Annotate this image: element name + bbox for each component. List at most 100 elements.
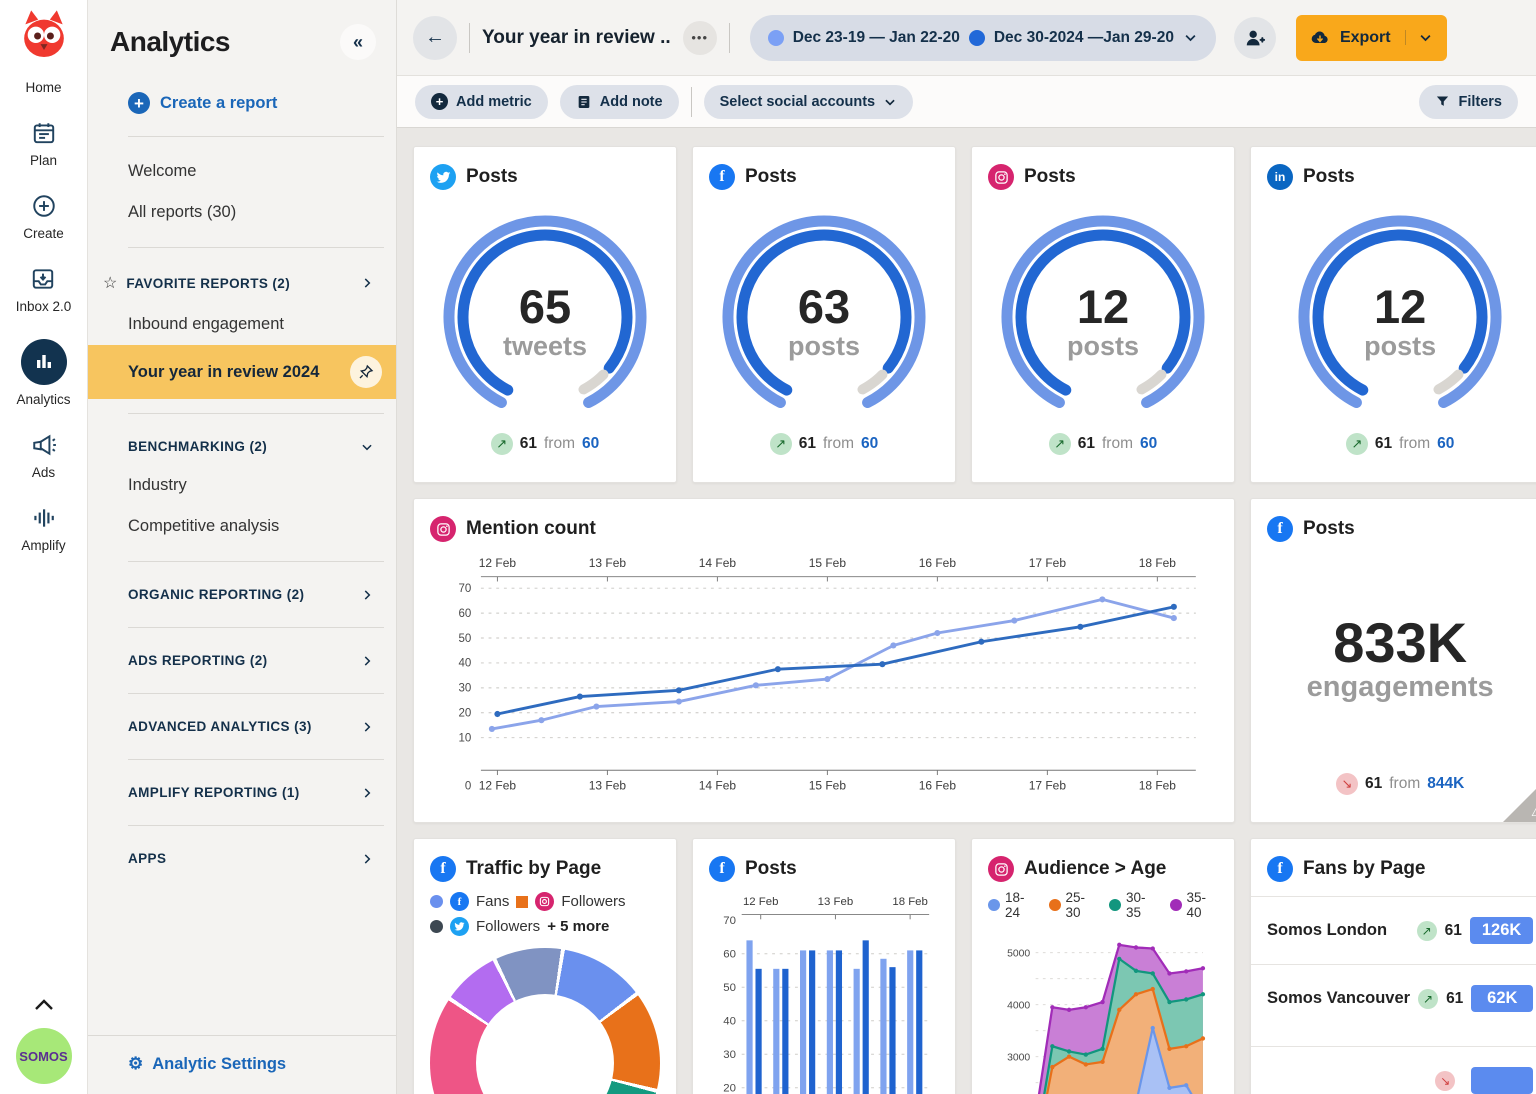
mention-count-card[interactable]: Mention count 01020304050607012 Feb12 Fe… <box>413 498 1235 823</box>
divider <box>469 23 470 53</box>
card-title: Posts <box>1024 166 1076 188</box>
date-range-2: Dec 30-2024 —Jan 29-20 <box>994 29 1174 47</box>
fans-row-somos-vancouver[interactable]: Somos Vancouver ↗ 61 62K <box>1251 964 1536 1032</box>
svg-text:3000: 3000 <box>1007 1052 1030 1063</box>
select-social-accounts-dropdown[interactable]: Select social accounts <box>704 85 914 119</box>
change-value: 61 <box>1375 435 1392 453</box>
divider <box>691 87 692 117</box>
fans-row-cropped[interactable]: ↘ <box>1251 1046 1536 1094</box>
app-window: Home Plan Create Inbox 2.0 <box>0 0 1536 1094</box>
svg-text:14 Feb: 14 Feb <box>699 778 737 792</box>
divider <box>128 413 384 414</box>
metric-card-twitter-posts[interactable]: Posts 65 tweets ↗ 61 from 60 <box>413 146 677 483</box>
rail-item-home[interactable]: Home <box>25 80 61 95</box>
megaphone-icon <box>31 432 57 458</box>
rail-plan-label: Plan <box>30 153 57 168</box>
svg-text:70: 70 <box>459 583 472 595</box>
inbox-icon <box>30 266 56 292</box>
amplify-reporting-header: AMPLIFY REPORTING (1) <box>128 785 300 800</box>
card-title: Fans by Page <box>1303 858 1426 880</box>
favorite-reports-section[interactable]: ☆ FAVORITE REPORTS (2) <box>88 262 396 304</box>
svg-text:13 Feb: 13 Feb <box>818 896 854 908</box>
trend-down-icon: ↘ <box>1336 773 1358 795</box>
rail-item-analytics[interactable]: Analytics <box>16 339 70 407</box>
advanced-analytics-section[interactable]: ADVANCED ANALYTICS (3) <box>88 708 396 745</box>
analytics-icon <box>21 339 67 385</box>
share-add-person-button[interactable] <box>1234 17 1276 59</box>
previous-value: 60 <box>1437 435 1454 453</box>
hootsuite-logo[interactable] <box>15 8 73 64</box>
facebook-engagements-card[interactable]: f Posts 833K engagements ↘ 61 from 844K … <box>1250 498 1536 823</box>
create-report-label: Create a report <box>160 94 277 113</box>
svg-text:40: 40 <box>723 1016 736 1028</box>
rail-item-amplify[interactable]: Amplify <box>21 505 65 553</box>
chevron-down-icon <box>883 95 897 109</box>
apps-section[interactable]: APPS <box>88 840 396 877</box>
collapse-up-icon[interactable] <box>33 998 55 1012</box>
add-note-button[interactable]: Add note <box>560 85 679 119</box>
facebook-posts-bar-card[interactable]: f Posts 20304050607012 Feb13 Feb18 Feb <box>692 838 956 1094</box>
metric-card-facebook-posts[interactable]: f Posts 63 posts ↗ 61 from 60 <box>692 146 956 483</box>
create-report-button[interactable]: + Create a report <box>88 84 396 122</box>
svg-text:18 Feb: 18 Feb <box>1139 556 1177 570</box>
svg-text:70: 70 <box>723 915 736 927</box>
card-title: Mention count <box>466 518 596 540</box>
legend-dot-18-24 <box>988 899 1000 911</box>
more-options-button[interactable]: ••• <box>683 21 717 55</box>
add-metric-button[interactable]: + Add metric <box>415 85 548 119</box>
report-title: Your year in review .. <box>482 27 671 49</box>
mention-count-line-chart: 01020304050607012 Feb12 Feb13 Feb13 Feb1… <box>430 546 1218 799</box>
sidebar-item-year-in-review[interactable]: Your year in review 2024 <box>88 345 396 399</box>
trend-up-icon: ↗ <box>770 433 792 455</box>
organic-reporting-section[interactable]: ORGANIC REPORTING (2) <box>88 576 396 613</box>
user-avatar[interactable]: SOMOS <box>16 1028 72 1084</box>
gauge-unit: posts <box>1067 330 1139 362</box>
from-word: from <box>1389 775 1420 793</box>
sidebar-item-competitive-analysis[interactable]: Competitive analysis <box>88 506 396 547</box>
benchmarking-header: BENCHMARKING (2) <box>128 439 267 454</box>
change-value: 61 <box>1445 922 1462 940</box>
advanced-analytics-header: ADVANCED ANALYTICS (3) <box>128 719 312 734</box>
export-dropdown[interactable] <box>1405 30 1433 45</box>
from-word: from <box>1399 435 1430 453</box>
ads-reporting-section[interactable]: ADS REPORTING (2) <box>88 642 396 679</box>
trend-up-icon: ↗ <box>1418 989 1438 1009</box>
rail-item-create[interactable]: Create <box>23 193 64 241</box>
amplify-bars-icon <box>30 505 56 531</box>
fans-by-page-card[interactable]: f Fans by Page Somos London ↗ 61 126K So… <box>1250 838 1536 1094</box>
amplify-reporting-section[interactable]: AMPLIFY REPORTING (1) <box>88 774 396 811</box>
sidebar-item-industry[interactable]: Industry <box>88 465 396 506</box>
sidebar-item-inbound-engagement[interactable]: Inbound engagement <box>88 304 396 345</box>
avatar-initials: SOMOS <box>19 1049 67 1064</box>
gauge-unit: tweets <box>503 330 587 362</box>
filters-button[interactable]: Filters <box>1419 85 1518 119</box>
change-value: 61 <box>520 435 537 453</box>
svg-text:17 Feb: 17 Feb <box>1029 778 1067 792</box>
card-title: Posts <box>466 166 518 188</box>
metric-card-instagram-posts[interactable]: Posts 12 posts ↗ 61 from 60 <box>971 146 1235 483</box>
export-button[interactable]: Export <box>1296 15 1447 61</box>
sidebar-item-all-reports[interactable]: All reports (30) <box>88 192 396 233</box>
rail-item-plan[interactable]: Plan <box>30 120 57 168</box>
benchmarking-section[interactable]: BENCHMARKING (2) <box>88 428 396 465</box>
engagements-unit: engagements <box>1307 671 1494 704</box>
traffic-legend-row-2: Followers + 5 more <box>430 917 660 936</box>
sidebar-collapse-button[interactable]: « <box>340 24 376 60</box>
back-button[interactable]: ← <box>413 16 457 60</box>
rail-item-ads[interactable]: Ads <box>31 432 57 480</box>
gauge-chart: 12 posts <box>988 200 1218 432</box>
from-word: from <box>823 435 854 453</box>
pin-icon[interactable] <box>350 356 382 388</box>
analytic-settings-button[interactable]: ⚙ Analytic Settings <box>88 1035 396 1094</box>
date-range-selector[interactable]: Dec 23-19 — Jan 22-20 Dec 30-2024 —Jan 2… <box>750 15 1216 61</box>
traffic-by-page-card[interactable]: f Traffic by Page f Fans Followers <box>413 838 677 1094</box>
metric-card-linkedin-posts[interactable]: in Posts 12 posts ↗ 61 from 60 <box>1250 146 1536 483</box>
fans-row-somos-london[interactable]: Somos London ↗ 61 126K <box>1251 896 1536 964</box>
sidebar-item-welcome[interactable]: Welcome <box>88 151 396 192</box>
audience-age-card[interactable]: Audience > Age 18-24 25-30 30-35 35-40 5… <box>971 838 1235 1094</box>
app-rail: Home Plan Create Inbox 2.0 <box>0 0 88 1094</box>
rail-item-inbox[interactable]: Inbox 2.0 <box>16 266 72 314</box>
previous-value: 60 <box>582 435 599 453</box>
svg-text:30: 30 <box>723 1049 736 1061</box>
card-title: Traffic by Page <box>466 858 601 880</box>
